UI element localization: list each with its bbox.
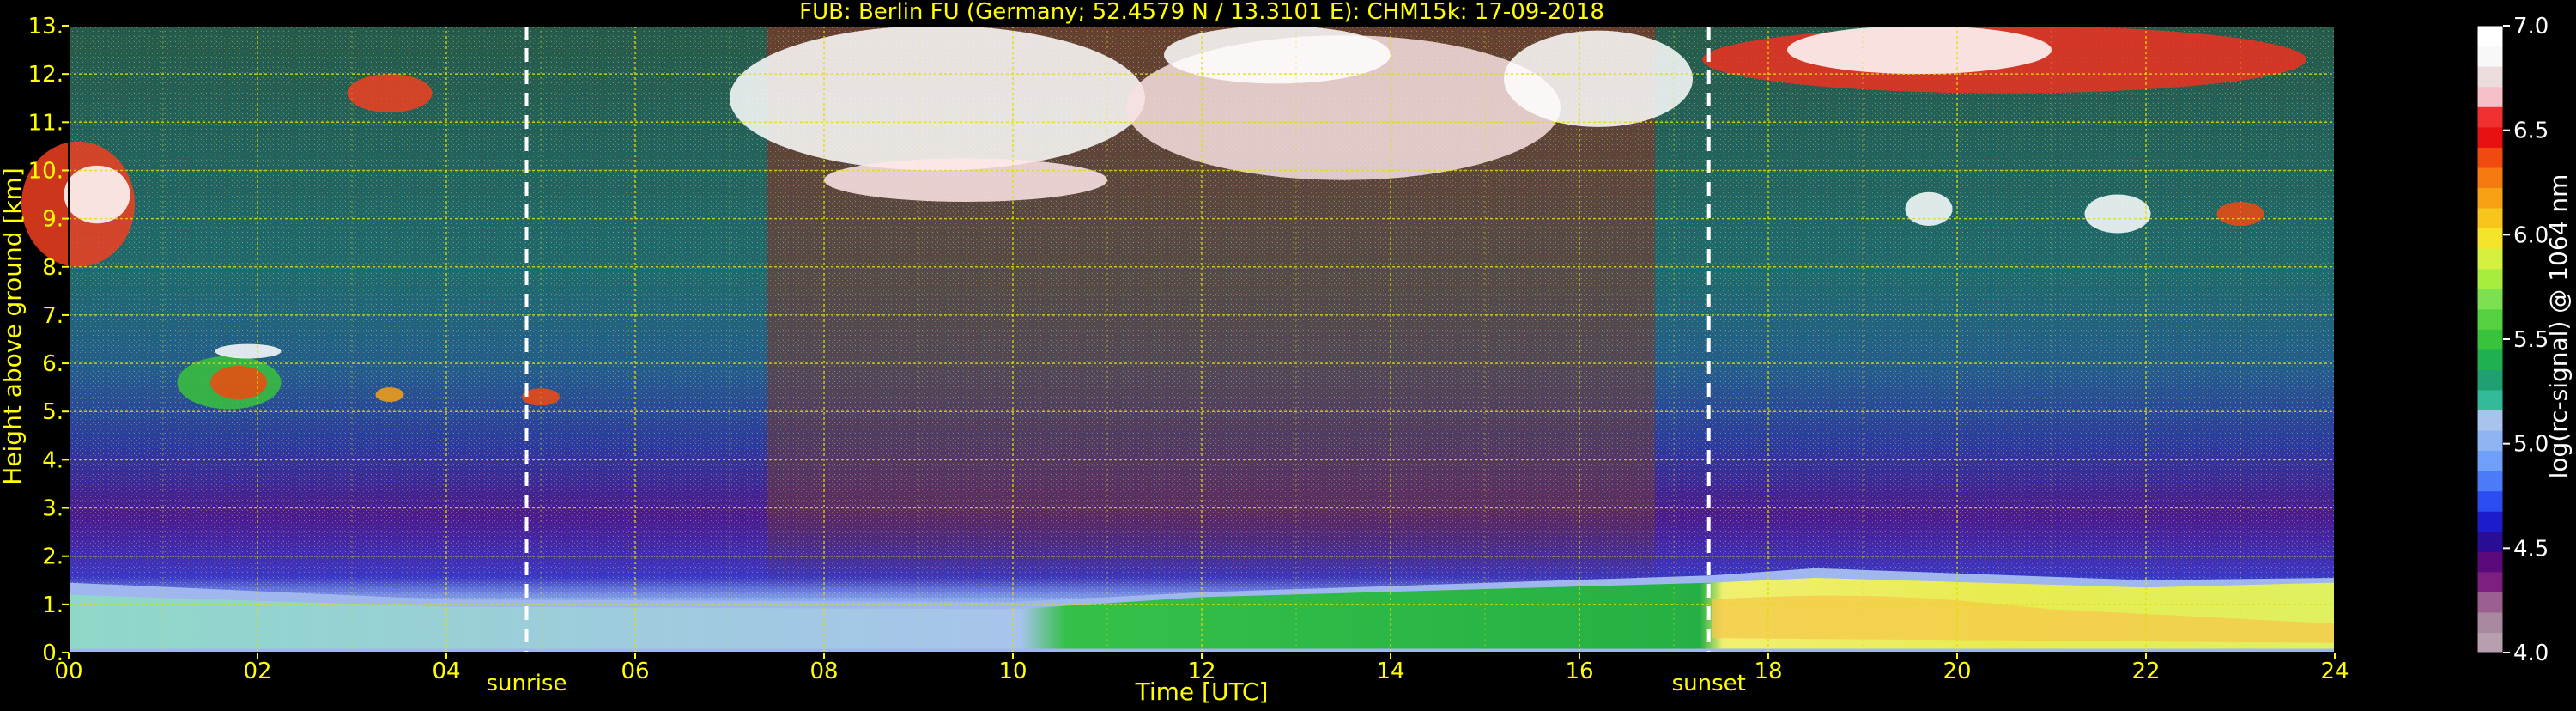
cloud-feature-15 — [1905, 191, 1953, 227]
x-axis-label: Time [UTC] — [1135, 678, 1269, 706]
colorbar-segment — [2477, 429, 2503, 452]
y-tick-label: 0. — [42, 641, 64, 666]
x-tick-label: 04 — [432, 659, 460, 684]
cloud-feature-9 — [824, 158, 1107, 202]
colorbar-segment — [2477, 531, 2503, 552]
x-tick-label: 08 — [809, 659, 838, 684]
cloud-feature-12 — [1504, 30, 1693, 127]
cloud-feature-5 — [375, 387, 404, 403]
y-tick-label: 10. — [28, 158, 64, 184]
sunrise-label: sunrise — [487, 671, 567, 696]
x-tick-label: 20 — [1943, 659, 1971, 684]
y-axis-label: Height above ground [km] — [0, 167, 27, 485]
cloud-feature-16 — [2084, 194, 2151, 234]
cloud-feature-11 — [1164, 26, 1391, 84]
colorbar-segment — [2477, 349, 2503, 370]
colorbar-segment — [2477, 410, 2503, 431]
colorbar-segment — [2477, 147, 2503, 168]
colorbar-segment — [2477, 490, 2503, 512]
sunset-label: sunset — [1672, 671, 1746, 696]
colorbar-segment — [2477, 289, 2503, 310]
colorbar-segment — [2477, 106, 2503, 128]
x-tick-label: 02 — [243, 659, 271, 684]
cloud-feature-8 — [730, 26, 1145, 171]
y-tick-label: 11. — [28, 110, 64, 136]
colorbar-segment — [2477, 369, 2503, 391]
colorbar-segment — [2477, 389, 2503, 411]
colorbar-segment — [2477, 471, 2503, 492]
colorbar-segment — [2477, 86, 2503, 107]
colorbar-segment — [2477, 551, 2503, 573]
y-tick-label: 1. — [42, 592, 64, 618]
colorbar-segment — [2477, 450, 2503, 471]
colorbar-segment — [2477, 26, 2503, 47]
y-tick-label: 12. — [28, 62, 64, 88]
colorbar-segment — [2477, 632, 2503, 653]
colorbar-tick-label: 5.0 — [2513, 432, 2549, 458]
colorbar-segment — [2477, 66, 2503, 88]
colorbar-tick-label: 7.0 — [2513, 14, 2549, 40]
colorbar-segment — [2477, 187, 2503, 209]
colorbar-segment — [2477, 592, 2503, 613]
colorbar: 4.0 4.5 5.0 5.5 6.0 6.5 7.0 — [2476, 14, 2549, 666]
x-tick-label: 18 — [1754, 659, 1782, 684]
x-tick-label: 24 — [2320, 659, 2349, 684]
cloud-feature-14 — [1787, 26, 2052, 75]
colorbar-segment — [2477, 126, 2503, 148]
y-tick-label: 2. — [42, 544, 64, 570]
colorbar-tick-label: 6.0 — [2513, 222, 2549, 248]
colorbar-segment — [2477, 308, 2503, 330]
colorbar-segment — [2477, 207, 2503, 229]
colorbar-segment — [2477, 228, 2503, 249]
colorbar-segment — [2477, 268, 2503, 289]
x-tick-label: 10 — [998, 659, 1027, 684]
colorbar-segment — [2477, 46, 2503, 67]
y-tick-label: 9. — [42, 207, 64, 233]
y-tick-label: 8. — [42, 255, 64, 281]
chart-svg: sunrise sunset 00 02 04 06 08 10 12 14 16 18 20 22 24… — [0, 0, 2573, 706]
cloud-feature-1 — [64, 165, 130, 224]
y-tick-label: 4. — [42, 447, 64, 473]
cloud-feature-3 — [210, 365, 267, 400]
ceilometer-chart: sunrise sunset 00 02 04 06 08 10 12 14 16 18 20 22 24… — [0, 0, 2576, 708]
colorbar-tick-label: 4.0 — [2513, 641, 2549, 666]
x-tick-label: 14 — [1376, 659, 1404, 684]
colorbar-segment — [2477, 511, 2503, 532]
colorbar-tick-label: 4.5 — [2513, 536, 2549, 562]
plot-area — [21, 26, 2335, 653]
colorbar-segment — [2477, 329, 2503, 350]
y-tick-label: 13. — [28, 14, 64, 40]
colorbar-segment — [2477, 248, 2503, 270]
y-tick-label: 5. — [42, 399, 64, 425]
colorbar-segment — [2477, 611, 2503, 634]
x-tick-label: 22 — [2131, 659, 2160, 684]
x-tick-label: 16 — [1565, 659, 1593, 684]
colorbar-segment — [2477, 571, 2503, 592]
cloud-feature-4 — [215, 343, 282, 359]
y-tick-label: 3. — [42, 496, 64, 522]
cloud-feature-7 — [347, 74, 433, 113]
colorbar-tick-label: 5.5 — [2513, 327, 2549, 353]
x-tick-label: 06 — [621, 659, 649, 684]
chart-title: FUB: Berlin FU (Germany; 52.4579 N / 13.… — [799, 0, 1604, 25]
colorbar-segment — [2477, 167, 2503, 188]
y-tick-label: 7. — [42, 303, 64, 329]
colorbar-tick-label: 6.5 — [2513, 118, 2549, 144]
y-tick-label: 6. — [42, 351, 64, 377]
